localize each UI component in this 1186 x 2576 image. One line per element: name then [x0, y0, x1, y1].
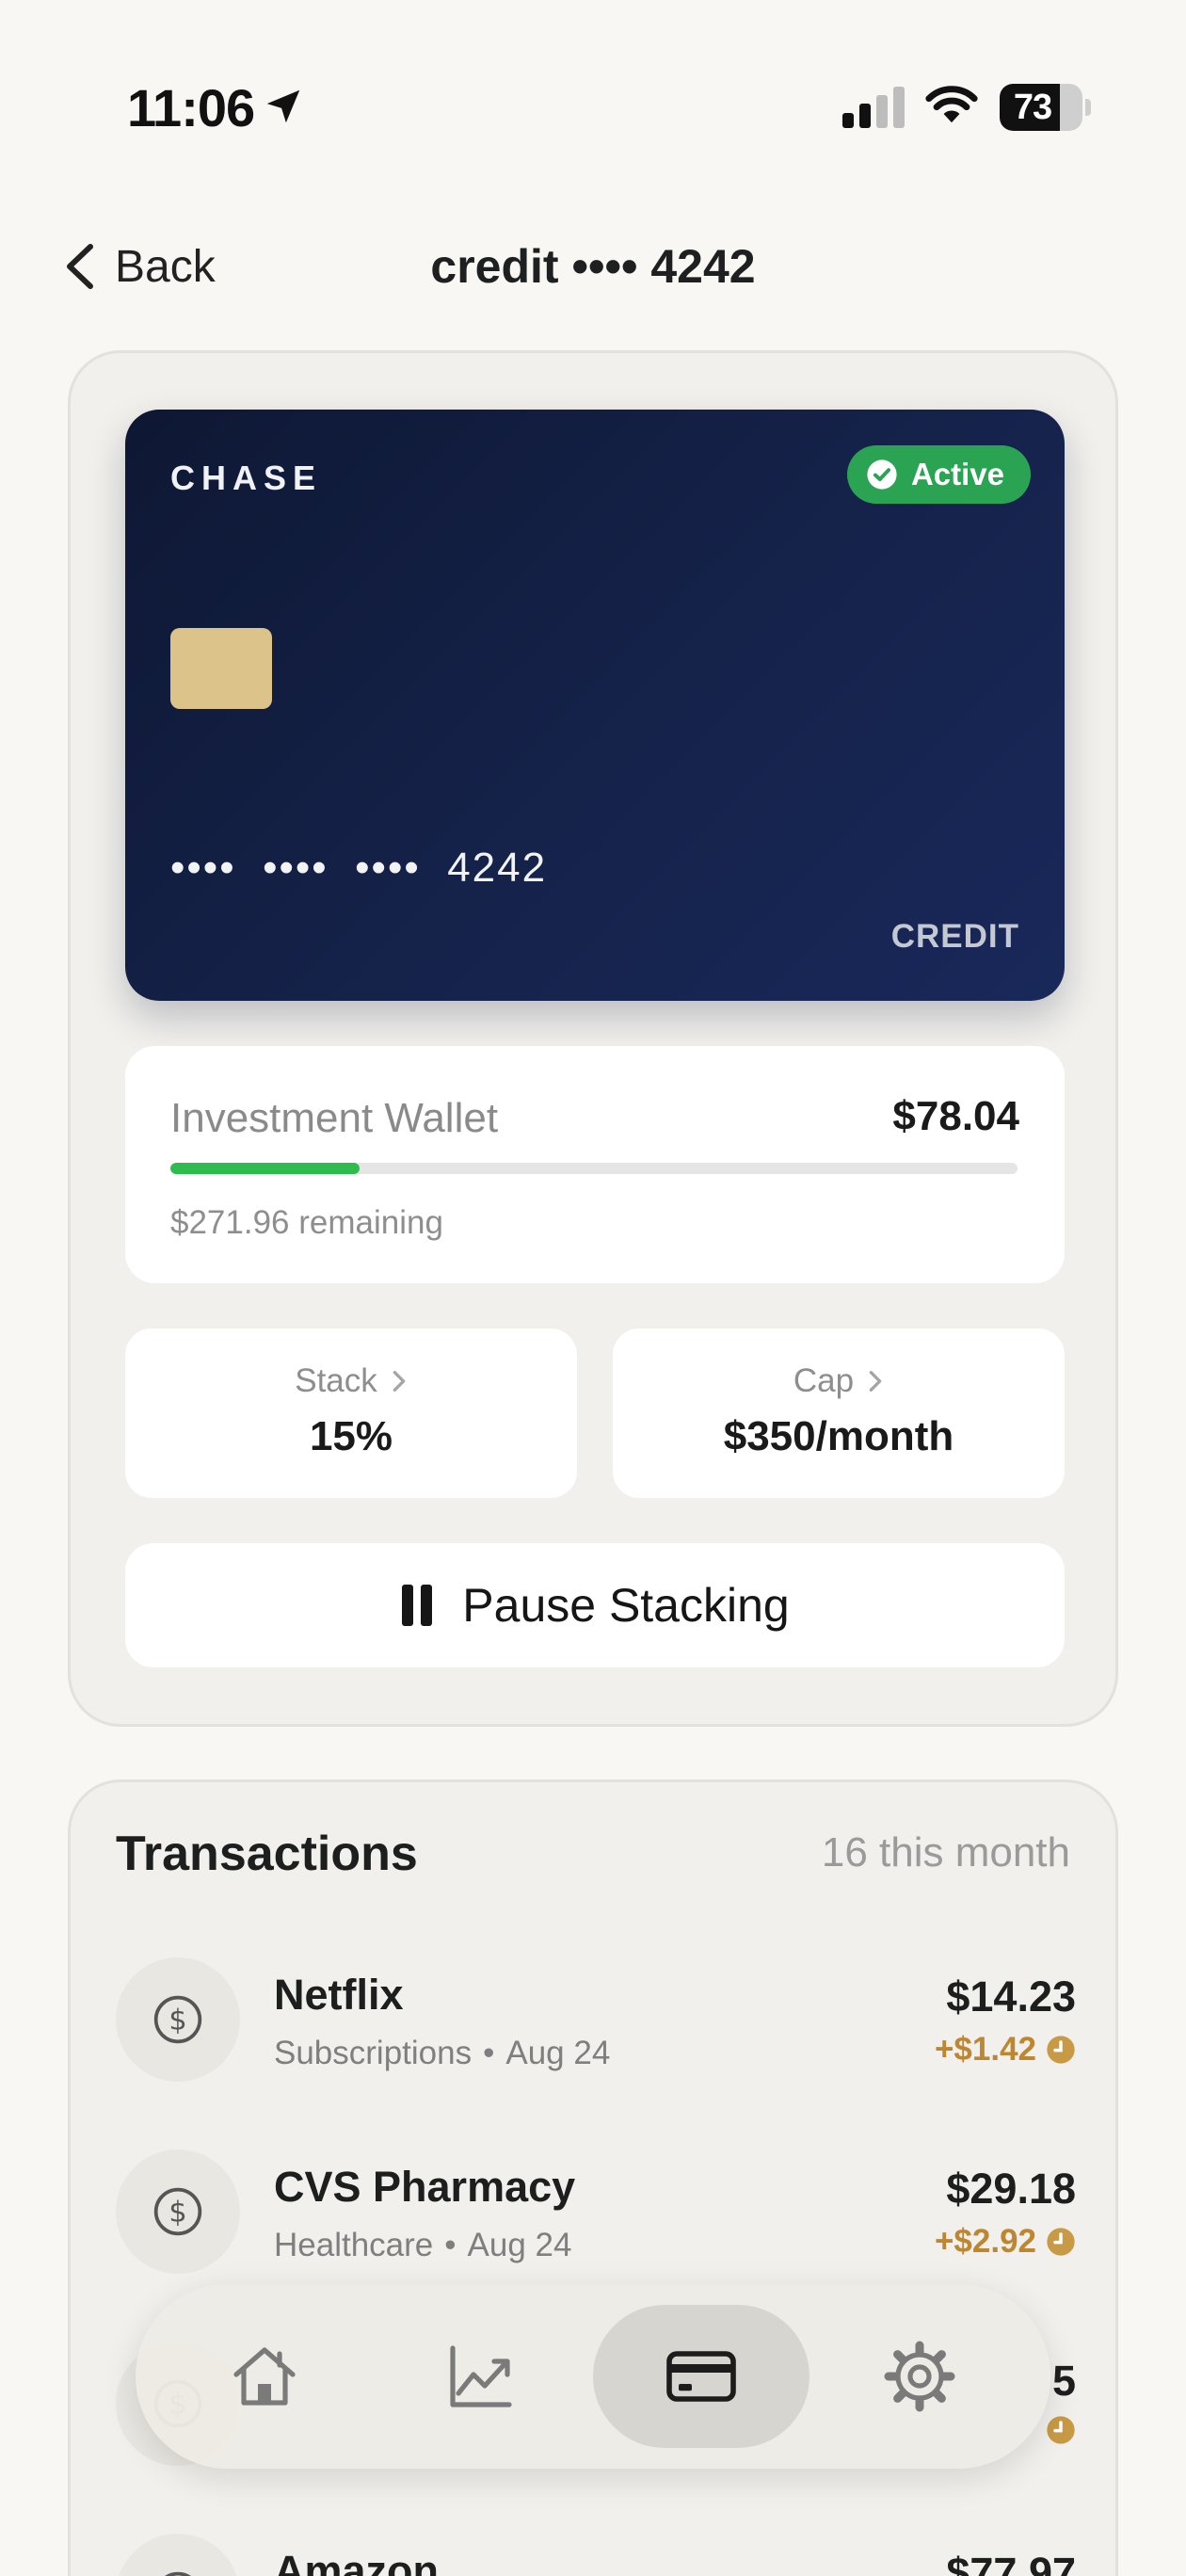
transaction-merchant: CVS Pharmacy [274, 2163, 576, 2211]
transaction-reward: +$2.92 [935, 2223, 1076, 2261]
transaction-amount: $14.23 [946, 1972, 1076, 2021]
svg-text:$: $ [168, 2004, 186, 2037]
credit-card-icon [666, 2351, 736, 2402]
reward-amount: +$1.42 [934, 2031, 1036, 2068]
transaction-date: Aug 24 [505, 2035, 611, 2071]
stack-label-row: Stack [125, 1362, 577, 1400]
battery-body: 73 [1000, 84, 1082, 131]
status-bar: 11:06 73 [0, 0, 1186, 217]
wallet-progress-bar [170, 1163, 1018, 1174]
meta-separator: • [483, 2035, 495, 2071]
chevron-right-icon [393, 1371, 406, 1392]
transaction-reward: +$1.42 [935, 2031, 1076, 2069]
transaction-reward [1036, 2415, 1076, 2445]
card-type: CREDIT [890, 918, 1019, 955]
pause-stacking-label: Pause Stacking [462, 1579, 790, 1632]
card-chip [170, 628, 272, 709]
transaction-merchant: Netflix [274, 1971, 404, 2019]
tab-investments[interactable] [373, 2305, 589, 2448]
chevron-right-icon [869, 1371, 882, 1392]
credit-card[interactable]: CHASE Active •••• •••• •••• 4242 CREDIT [125, 410, 1065, 1001]
wifi-icon [925, 86, 978, 123]
cellular-signal-icon [842, 87, 905, 128]
dollar-icon: $ [165, 2571, 191, 2576]
transaction-meta: Healthcare • Aug 24 [274, 2227, 571, 2264]
stack-label: Stack [295, 1362, 377, 1399]
svg-text:$: $ [168, 2197, 186, 2230]
wallet-progress-fill [170, 1163, 360, 1174]
bottom-tab-bar [136, 2284, 1050, 2469]
transaction-date: Aug 24 [467, 2227, 572, 2263]
check-circle-icon [867, 459, 897, 490]
status-label: Active [910, 457, 1004, 491]
status-badge: Active [846, 445, 1031, 504]
transaction-merchant: Amazon [274, 2547, 440, 2576]
dollar-icon: $ [153, 2187, 202, 2236]
transaction-category: Healthcare [274, 2227, 434, 2263]
clock-pending-icon [1047, 2228, 1075, 2256]
investment-wallet-panel: Investment Wallet $78.04 $271.96 remaini… [125, 1046, 1065, 1283]
dollar-icon: $ [153, 1995, 202, 2044]
card-section: CHASE Active •••• •••• •••• 4242 CREDIT … [68, 350, 1118, 1727]
meta-separator: • [444, 2227, 457, 2263]
cap-tile[interactable]: Cap $350/month [613, 1328, 1065, 1498]
transaction-icon-badge: $ [116, 1957, 240, 2082]
tab-cards[interactable] [593, 2305, 809, 2448]
status-time: 11:06 [127, 78, 255, 137]
transaction-amount: $77.97 [946, 2549, 1076, 2576]
chart-line-icon [450, 2345, 512, 2407]
transactions-title: Transactions [116, 1827, 418, 1881]
reward-amount: +$2.92 [934, 2223, 1036, 2260]
card-bank-name: CHASE [170, 459, 323, 497]
page-title: credit •••• 4242 [430, 240, 756, 293]
battery-level: 73 [1013, 88, 1052, 127]
battery-icon: 73 [1000, 84, 1091, 131]
transaction-row[interactable]: $ Netflix Subscriptions • Aug 24 $14.23 +$… [116, 1957, 1076, 2089]
tab-settings[interactable] [811, 2305, 1028, 2448]
tab-home[interactable] [156, 2305, 373, 2448]
transaction-amount: 5 [1051, 2357, 1076, 2405]
wallet-label: Investment Wallet [170, 1095, 499, 1141]
transaction-icon-badge: $ [116, 2534, 240, 2576]
card-number: •••• •••• •••• 4242 [170, 845, 548, 891]
stack-tile[interactable]: Stack 15% [125, 1328, 577, 1498]
transaction-amount: $29.18 [946, 2165, 1076, 2213]
wallet-remaining: $271.96 remaining [170, 1204, 443, 1241]
clock-pending-icon [1047, 2416, 1075, 2444]
clock-pending-icon [1047, 2036, 1075, 2064]
transaction-row[interactable]: $ CVS Pharmacy Healthcare • Aug 24 $29.18 … [116, 2149, 1076, 2281]
cap-value: $350/month [723, 1413, 954, 1459]
transaction-meta: Subscriptions • Aug 24 [274, 2035, 610, 2072]
pause-stacking-button[interactable]: Pause Stacking [125, 1543, 1065, 1667]
stack-value: 15% [309, 1413, 393, 1459]
transactions-count: 16 this month [821, 1829, 1070, 1876]
cap-label: Cap [793, 1362, 855, 1399]
battery-tip [1085, 99, 1091, 116]
transaction-icon-badge: $ [116, 2149, 240, 2274]
cap-label-row: Cap [613, 1362, 1065, 1400]
home-icon [233, 2347, 296, 2406]
card-detail-screen: 11:06 73 Back credit •••• 4242 CHASE Act… [0, 0, 1186, 2576]
transaction-category: Subscriptions [274, 2035, 473, 2071]
pause-icon [402, 1585, 433, 1626]
location-arrow-icon [266, 89, 300, 123]
gear-icon [884, 2341, 955, 2412]
transaction-row[interactable]: $ Amazon $77.97 [116, 2534, 1076, 2576]
wallet-amount: $78.04 [892, 1093, 1019, 1139]
